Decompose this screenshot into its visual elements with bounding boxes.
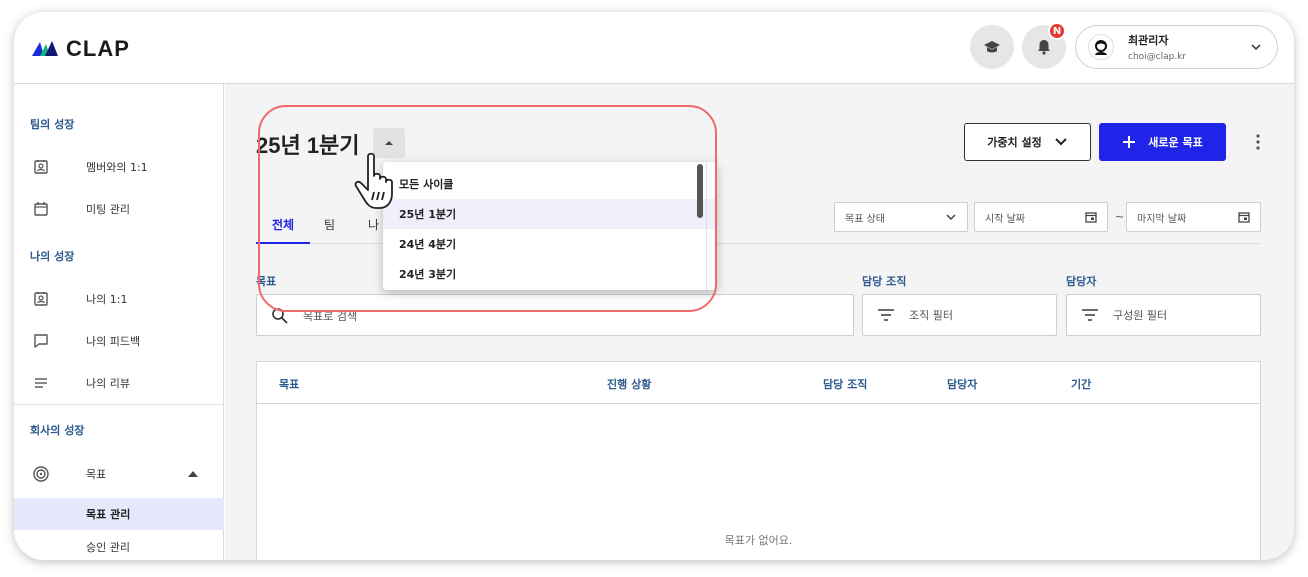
my-1on1-icon [31,289,51,309]
bell-icon [1038,40,1050,55]
chat-icon [31,331,51,351]
sidebar-item-meetings[interactable]: 미팅 관리 [14,193,224,225]
list-icon [31,373,51,393]
chevron-down-icon [946,214,956,221]
column-header-org[interactable]: 담당 조직 [823,376,867,392]
org-filter-label: 조직 필터 [909,309,953,322]
sidebar-divider [14,404,224,405]
top-header: CLAP N 최관리자 choi@clap.kr [14,12,1294,84]
sidebar-item-label: 나의 리뷰 [86,377,130,390]
sidebar-item-goals[interactable]: 목표 [14,458,224,490]
date-range-separator: ~ [1115,210,1125,223]
user-email: choi@clap.kr [1128,52,1187,62]
sidebar-item-member-1on1[interactable]: 멤버와의 1:1 [14,151,224,183]
more-options-button[interactable] [1253,132,1263,152]
sidebar-item-label: 승인 관리 [86,541,130,554]
filter-icon [878,309,894,321]
empty-state-message: 목표가 없어요. [724,534,793,547]
goal-status-label: 목표 상태 [845,213,885,225]
hand-pointer-icon [354,152,393,209]
sidebar-item-label: 목표 [86,468,107,481]
graduation-cap-icon [984,41,1000,53]
sidebar-item-label: 나의 1:1 [86,293,128,306]
section-title-team: 팀의 성장 [30,118,75,131]
goal-status-select[interactable]: 목표 상태 [834,202,968,232]
sidebar-item-label: 목표 관리 [86,508,131,521]
notification-button[interactable]: N [1022,22,1066,69]
notification-badge: N [1048,22,1066,40]
end-date-label: 마지막 날짜 [1137,213,1187,225]
user-menu[interactable]: 최관리자 choi@clap.kr [1075,25,1278,69]
user-name: 최관리자 [1128,34,1169,47]
logo-text: CLAP [66,36,130,61]
app-window: CLAP N 최관리자 choi@clap.kr 팀의 성장 멤버와의 1:1 … [14,12,1294,560]
new-goal-button[interactable]: 새로운 목표 [1099,123,1226,161]
goals-table: 목표 진행 상황 담당 조직 담당자 기간 목표가 없어요. [256,361,1261,560]
new-goal-label: 새로운 목표 [1148,136,1203,149]
sidebar-item-label: 미팅 관리 [86,203,130,216]
chevron-down-icon[interactable] [1249,40,1263,54]
chevron-down-icon [1055,138,1067,146]
calendar-icon [1238,212,1250,223]
filter-icon [1082,309,1098,321]
org-filter[interactable]: 조직 필터 [862,294,1057,336]
column-header-progress[interactable]: 진행 상황 [607,376,651,392]
plus-icon [1123,136,1136,148]
user-avatar-icon [1095,40,1107,55]
member-1on1-icon [31,157,51,177]
logo[interactable]: CLAP [30,36,130,62]
avatar [1088,34,1114,60]
caret-up-icon[interactable] [187,470,199,478]
section-title-company: 회사의 성장 [30,424,85,437]
calendar-icon [1085,212,1097,223]
sidebar-item-goal-management[interactable]: 목표 관리 [14,498,224,530]
clap-logo-icon [32,41,58,56]
column-header-goal[interactable]: 목표 [279,376,299,392]
more-vertical-icon [1256,134,1260,150]
column-header-owner[interactable]: 담당자 [947,376,977,392]
target-icon [31,464,51,484]
weight-settings-button[interactable]: 가중치 설정 [964,123,1091,161]
section-title-my: 나의 성장 [30,250,75,263]
start-date-label: 시작 날짜 [985,213,1025,225]
member-filter[interactable]: 구성원 필터 [1066,294,1261,336]
sidebar-item-approval-management[interactable]: 승인 관리 [14,531,224,560]
sidebar: 팀의 성장 멤버와의 1:1 미팅 관리 나의 성장 나의 1:1 나의 피드백 [14,84,224,560]
column-header-period[interactable]: 기간 [1071,376,1091,392]
member-filter-label: 구성원 필터 [1113,309,1168,322]
sidebar-item-label: 나의 피드백 [86,335,141,348]
owner-field-label: 담당자 [1066,275,1097,288]
sidebar-item-my-review[interactable]: 나의 리뷰 [14,367,224,399]
org-field-label: 담당 조직 [862,275,907,288]
end-date-field[interactable]: 마지막 날짜 [1126,202,1261,232]
start-date-field[interactable]: 시작 날짜 [974,202,1108,232]
calendar-icon [31,199,51,219]
weight-settings-label: 가중치 설정 [987,136,1042,149]
annotation-highlight [258,105,717,312]
education-button[interactable] [970,25,1014,69]
sidebar-item-my-feedback[interactable]: 나의 피드백 [14,325,224,357]
table-header: 목표 진행 상황 담당 조직 담당자 기간 [257,362,1260,404]
sidebar-item-my-1on1[interactable]: 나의 1:1 [14,283,224,315]
sidebar-item-label: 멤버와의 1:1 [86,161,148,174]
